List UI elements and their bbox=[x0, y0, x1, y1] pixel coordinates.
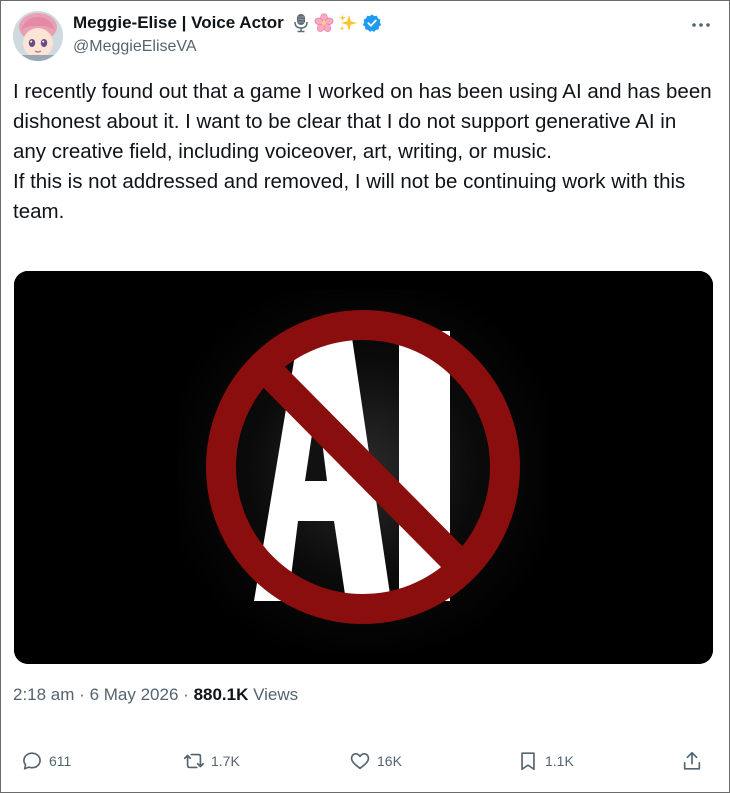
meta-separator: · bbox=[183, 685, 189, 704]
repost-button[interactable]: 1.7K bbox=[183, 745, 240, 777]
share-button[interactable] bbox=[681, 745, 703, 777]
reply-button[interactable]: 611 bbox=[21, 745, 71, 777]
reply-icon bbox=[23, 752, 41, 770]
sparkles-icon bbox=[338, 13, 358, 33]
no-ai-image bbox=[14, 271, 713, 664]
share-icon bbox=[683, 751, 701, 770]
avatar[interactable] bbox=[13, 11, 63, 61]
microphone-icon bbox=[292, 13, 310, 33]
action-bar: 611 1.7K 16K 1.1K bbox=[21, 745, 713, 777]
more-options-icon[interactable] bbox=[687, 11, 715, 39]
post-card: Meggie-Elise | Voice Actor @MeggieEliseV… bbox=[0, 0, 730, 793]
bookmark-count: 1.1K bbox=[545, 753, 574, 769]
author-name-row[interactable]: Meggie-Elise | Voice Actor bbox=[73, 13, 382, 33]
like-count: 16K bbox=[377, 753, 402, 769]
post-text: I recently found out that a game I worke… bbox=[13, 77, 713, 227]
cherry-blossom-icon bbox=[314, 13, 334, 33]
views-label: Views bbox=[253, 685, 299, 704]
post-time[interactable]: 2:18 am bbox=[13, 685, 74, 704]
like-button[interactable]: 16K bbox=[349, 745, 402, 777]
views-count: 880.1K bbox=[193, 685, 249, 704]
reply-count: 611 bbox=[49, 753, 72, 769]
display-name[interactable]: Meggie-Elise | Voice Actor bbox=[73, 13, 284, 33]
avatar-image bbox=[13, 11, 63, 61]
verified-badge-icon bbox=[362, 13, 382, 33]
post-paragraph: If this is not addressed and removed, I … bbox=[13, 170, 686, 223]
bookmark-button[interactable]: 1.1K bbox=[517, 745, 574, 777]
repost-count: 1.7K bbox=[211, 753, 240, 769]
post-paragraph: I recently found out that a game I worke… bbox=[13, 80, 712, 163]
post-date[interactable]: 6 May 2026 bbox=[90, 685, 179, 704]
heart-icon bbox=[350, 753, 370, 770]
repost-icon bbox=[184, 753, 204, 769]
author-handle[interactable]: @MeggieEliseVA bbox=[73, 38, 197, 56]
post-meta: 2:18 am · 6 May 2026 · 880.1K Views bbox=[13, 685, 298, 705]
meta-separator: · bbox=[79, 685, 85, 704]
bookmark-icon bbox=[521, 752, 535, 771]
post-image[interactable] bbox=[14, 271, 713, 664]
